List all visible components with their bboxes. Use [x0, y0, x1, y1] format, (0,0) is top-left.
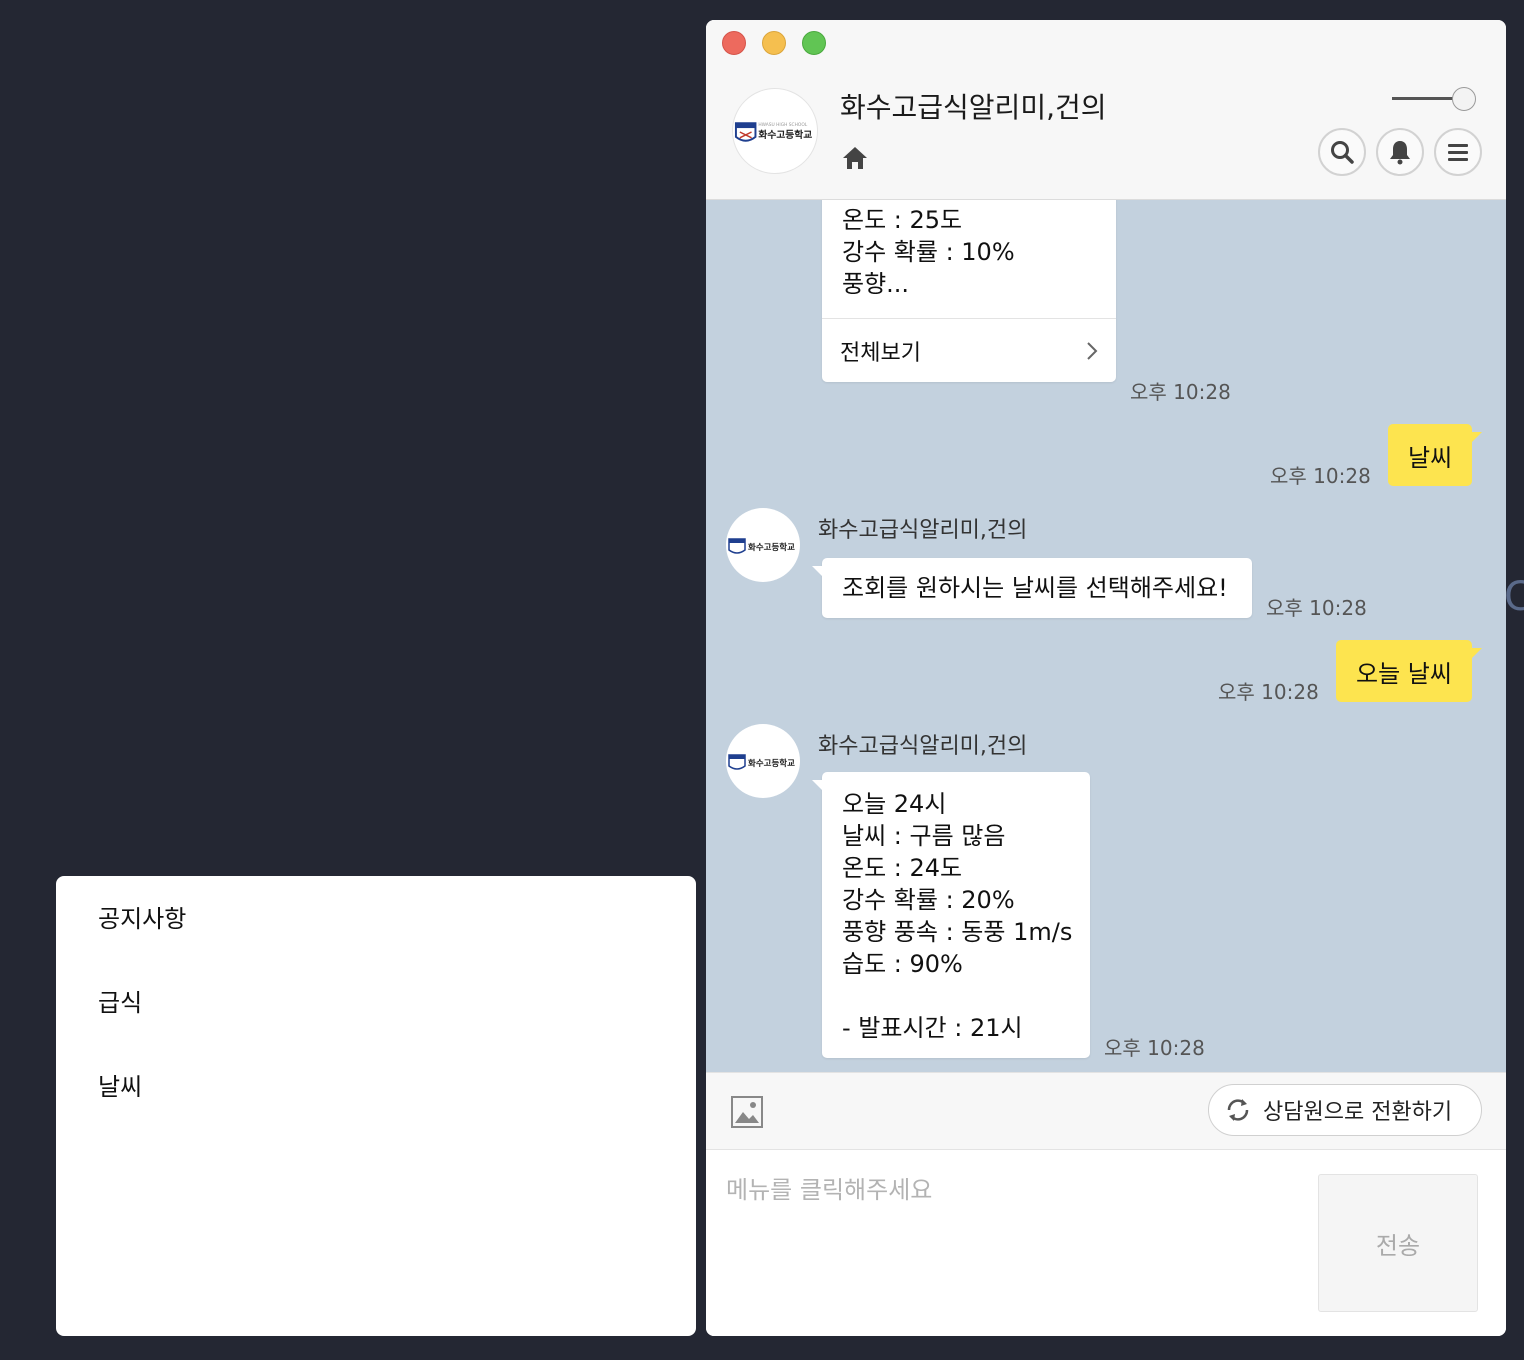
bot-avatar[interactable]: 화수고등학교: [726, 508, 800, 582]
bell-icon: [1390, 141, 1410, 165]
svg-text:화수고등학교: 화수고등학교: [758, 128, 812, 141]
search-button[interactable]: [1318, 128, 1366, 176]
user-message-bubble: 오늘 날씨: [1336, 640, 1482, 702]
menu-button[interactable]: [1434, 128, 1482, 176]
chat-title: 화수고급식알리미,건의: [840, 91, 1107, 124]
notification-button[interactable]: [1376, 128, 1424, 176]
window-close-button[interactable]: [722, 31, 746, 55]
school-logo-icon: HWASU HIGH SCHOOL 화수고등학교: [734, 122, 812, 142]
menu-item-weather[interactable]: 날씨: [56, 1070, 696, 1154]
search-icon: [1331, 141, 1354, 164]
opacity-slider-knob[interactable]: [1452, 87, 1476, 111]
chat-toolbar: 상담원으로 전환하기: [706, 1072, 1506, 1150]
weather-result-text: 오늘 24시 날씨 : 구름 많음 온도 : 24도 강수 확률 : 20% 풍…: [842, 790, 1073, 1042]
switch-to-agent-label: 상담원으로 전환하기: [1263, 1100, 1453, 1125]
menu-item-notice[interactable]: 공지사항: [56, 902, 696, 986]
menu-icon: [1448, 144, 1468, 161]
view-all-label: 전체보기: [840, 340, 921, 366]
svg-text:HWASU HIGH SCHOOL: HWASU HIGH SCHOOL: [758, 122, 807, 128]
message-time: 오후 10:28: [1218, 680, 1319, 704]
bot-avatar[interactable]: 화수고등학교: [726, 724, 800, 798]
svg-text:화수고등학교: 화수고등학교: [748, 758, 795, 769]
background-fragment: C: [1504, 574, 1524, 620]
weather-result-card: 오늘 24시 날씨 : 구름 많음 온도 : 24도 강수 확률 : 20% 풍…: [812, 772, 1090, 1058]
window-maximize-button[interactable]: [802, 31, 826, 55]
sender-name: 화수고급식알리미,건의: [818, 734, 1028, 759]
bot-message-bubble: 조회를 원하시는 날씨를 선택해주세요!: [812, 558, 1252, 618]
message-input[interactable]: [726, 1170, 1296, 1310]
quick-menu-panel: 공지사항 급식 날씨: [56, 876, 696, 1336]
sender-name: 화수고급식알리미,건의: [818, 518, 1028, 543]
school-logo-icon: 화수고등학교: [728, 754, 795, 770]
message-time: 오후 10:28: [1104, 1036, 1205, 1060]
chevron-right-icon: [1087, 341, 1098, 360]
message-time: 오후 10:28: [1270, 464, 1371, 488]
weather-card-text: 온도 : 25도 강수 확률 : 10% 풍향...: [842, 206, 1015, 298]
chat-header: HWASU HIGH SCHOOL 화수고등학교 화수고급식알리미,건의: [706, 20, 1506, 200]
message-time: 오후 10:28: [1130, 380, 1231, 404]
image-icon[interactable]: [730, 1095, 764, 1129]
school-logo-icon: 화수고등학교: [728, 538, 795, 554]
input-area: 전송: [706, 1150, 1506, 1336]
weather-card-previous: 온도 : 25도 강수 확률 : 10% 풍향... 전체보기: [822, 200, 1116, 382]
refresh-icon: [1227, 1099, 1249, 1121]
user-message-bubble: 날씨: [1388, 424, 1483, 486]
view-all-button[interactable]: 전체보기: [822, 319, 1116, 382]
chat-window: HWASU HIGH SCHOOL 화수고등학교 화수고급식알리미,건의 온도 …: [706, 20, 1506, 1336]
message-time: 오후 10:28: [1266, 596, 1367, 620]
bot-message-text: 조회를 원하시는 날씨를 선택해주세요!: [842, 574, 1228, 602]
message-list[interactable]: 온도 : 25도 강수 확률 : 10% 풍향... 전체보기 오후 10:28…: [706, 200, 1506, 1072]
menu-item-meal[interactable]: 급식: [56, 986, 696, 1070]
home-icon[interactable]: [840, 144, 870, 172]
send-button[interactable]: 전송: [1318, 1174, 1478, 1312]
svg-text:화수고등학교: 화수고등학교: [748, 542, 795, 553]
window-minimize-button[interactable]: [762, 31, 786, 55]
profile-avatar[interactable]: HWASU HIGH SCHOOL 화수고등학교: [732, 88, 818, 174]
switch-to-agent-button[interactable]: 상담원으로 전환하기: [1208, 1084, 1482, 1136]
